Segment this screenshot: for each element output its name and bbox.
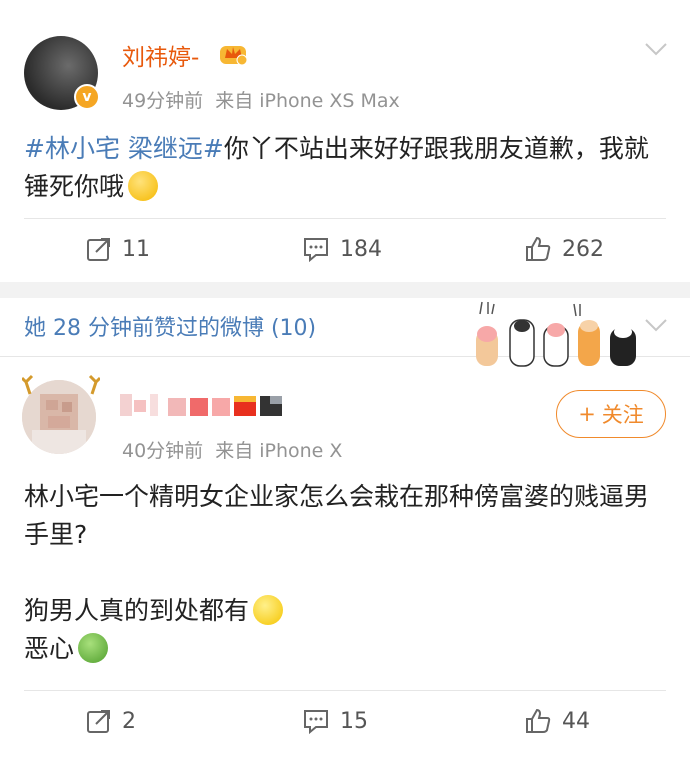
post-content: #林小宅 梁继远#你丫不站出来好好跟我朋友道歉，我就锤死你哦 xyxy=(24,130,664,206)
repost-count: 11 xyxy=(122,236,150,262)
antler-decoration-icon xyxy=(22,374,100,395)
post-meta: 49分钟前 来自 iPhone XS Max xyxy=(122,86,400,113)
post-paragraph-line: 狗男人真的到处都有 xyxy=(24,592,664,630)
divider xyxy=(24,218,666,219)
post-time: 40分钟前 xyxy=(122,440,204,462)
cat-paws-sticker xyxy=(476,301,636,367)
repost-icon xyxy=(87,238,110,261)
comment-icon xyxy=(304,238,328,262)
verified-badge: v xyxy=(74,84,100,110)
like-button[interactable]: 44 xyxy=(524,696,590,746)
vip-crown-icon xyxy=(220,46,248,66)
plus-icon: + xyxy=(578,402,596,426)
like-count: 44 xyxy=(562,708,590,734)
post-action-bar: 2 15 44 xyxy=(0,696,690,746)
repost-button[interactable]: 11 xyxy=(86,224,150,274)
post-paragraph: 林小宅一个精明女企业家怎么会栽在那种傍富婆的贱逼男手里? xyxy=(24,482,650,549)
sick-emoji-icon xyxy=(78,633,109,663)
divider xyxy=(24,690,666,691)
chevron-down-icon[interactable] xyxy=(644,318,668,332)
post-content: 林小宅一个精明女企业家怎么会栽在那种傍富婆的贱逼男手里? 狗男人真的到处都有 恶… xyxy=(24,478,664,668)
like-count: 262 xyxy=(562,236,604,262)
hashtag-link[interactable]: #林小宅 梁继远# xyxy=(24,134,224,163)
post-username[interactable]: 刘祎婷- xyxy=(122,38,199,72)
hug-emoji-icon xyxy=(128,171,159,201)
repost-button[interactable]: 2 xyxy=(86,696,136,746)
comment-button[interactable]: 184 xyxy=(302,224,382,274)
like-button[interactable]: 262 xyxy=(524,224,604,274)
follow-button[interactable]: + 关注 xyxy=(556,390,666,438)
post-action-bar: 11 184 262 xyxy=(0,224,690,274)
post-paragraph: 狗男人真的到处都有 xyxy=(24,596,250,625)
comment-count: 184 xyxy=(340,236,382,262)
follow-label: 关注 xyxy=(601,403,644,427)
comment-count: 15 xyxy=(340,708,368,734)
weibo-post-card: v 刘祎婷- 49分钟前 来自 iPhone XS Max #林小宅 梁继远#你丫… xyxy=(0,0,690,282)
repost-icon xyxy=(87,710,110,733)
comment-icon xyxy=(304,710,328,734)
thumbs-up-icon xyxy=(526,708,551,733)
post-source: 来自 iPhone X xyxy=(215,440,343,462)
chevron-down-icon[interactable] xyxy=(644,42,668,56)
post-paragraph-line: 恶心 xyxy=(24,630,664,668)
thumbs-up-icon xyxy=(526,236,551,261)
post-paragraph: 恶心 xyxy=(24,634,75,663)
post-time: 49分钟前 xyxy=(122,90,204,112)
post-username-obscured[interactable] xyxy=(120,390,296,420)
liked-posts-title[interactable]: 她 28 分钟前赞过的微博 (10) xyxy=(24,310,316,342)
repost-count: 2 xyxy=(122,708,136,734)
smile-emoji-icon xyxy=(253,595,284,625)
comment-button[interactable]: 15 xyxy=(302,696,368,746)
post-source: 来自 iPhone XS Max xyxy=(215,90,400,112)
post-meta: 40分钟前 来自 iPhone X xyxy=(122,436,342,463)
